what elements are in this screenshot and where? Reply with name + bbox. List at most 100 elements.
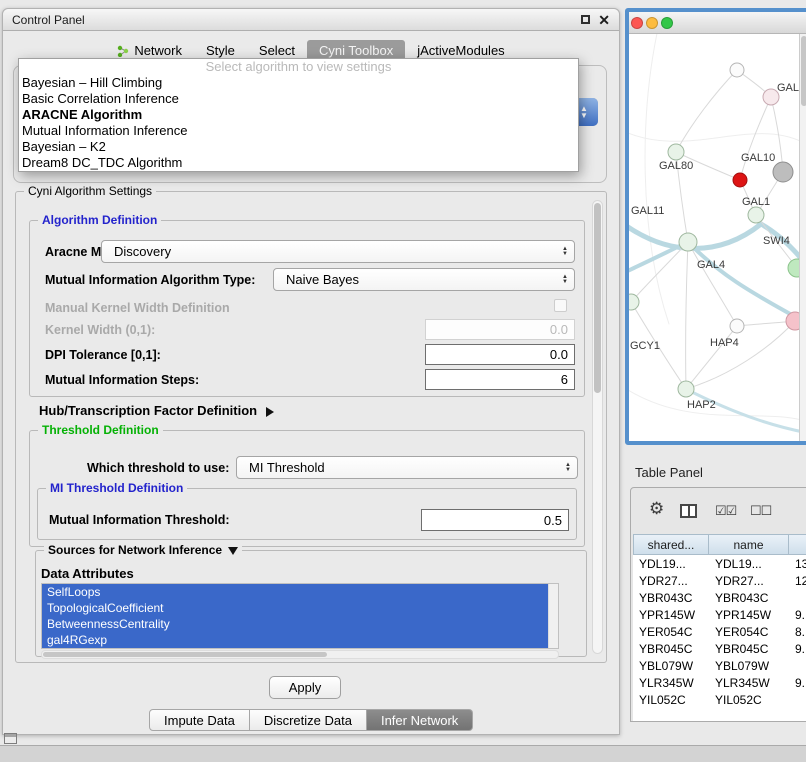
minimize-traffic-light-icon[interactable]: [646, 17, 658, 29]
network-node-label: GAL10: [741, 152, 775, 164]
attribute-item-betweennesscentrality[interactable]: BetweennessCentrality: [42, 616, 548, 632]
manual-kernel-label: Manual Kernel Width Definition: [45, 301, 230, 315]
mi-algorithm-type-combobox[interactable]: Naive Bayes ▲▼: [273, 268, 575, 291]
network-node[interactable]: [629, 294, 639, 310]
network-canvas[interactable]: GALGAL80GAL10GAL11GAL1SWI4GAL4GCY1HAP4HA…: [629, 34, 806, 441]
table-header-row: shared...name: [633, 534, 806, 555]
table-cell: YPR145W: [633, 606, 709, 623]
node-table: shared...name YDL19...YDL19...13...YDR27…: [633, 534, 806, 721]
gear-icon[interactable]: ⚙: [649, 499, 664, 519]
bottom-tab-infer-network[interactable]: Infer Network: [367, 709, 473, 731]
table-row[interactable]: YDR27...YDR27...12...: [633, 572, 806, 589]
network-node[interactable]: [668, 144, 684, 160]
zoom-traffic-light-icon[interactable]: [661, 17, 673, 29]
mi-threshold-field[interactable]: 0.5: [421, 509, 569, 531]
apply-button[interactable]: Apply: [269, 676, 341, 699]
table-cell: 13...: [789, 555, 806, 572]
network-node[interactable]: [748, 207, 764, 223]
table-cell: 8.: [789, 623, 806, 640]
manual-kernel-checkbox: [554, 299, 567, 312]
column-header-2[interactable]: [789, 534, 806, 555]
sources-title: Sources for Network Inference: [48, 543, 222, 557]
column-selector-icon[interactable]: [680, 504, 697, 518]
which-threshold-value: MI Threshold: [249, 460, 325, 475]
list-horizontal-scrollbar[interactable]: [41, 650, 559, 659]
attribute-item-selfloops[interactable]: SelfLoops: [42, 584, 548, 600]
table-row[interactable]: YBR043CYBR043C: [633, 589, 806, 606]
algorithm-option-bayesian-hill-climbing[interactable]: Bayesian – Hill Climbing: [19, 75, 578, 91]
dropdown-placeholder: Select algorithm to view settings: [19, 59, 578, 75]
network-node[interactable]: [773, 162, 793, 182]
network-svg: GALGAL80GAL10GAL11GAL1SWI4GAL4GCY1HAP4HA…: [629, 34, 806, 441]
network-window-titlebar: [629, 12, 806, 34]
dpi-tolerance-label: DPI Tolerance [0,1]:: [45, 348, 161, 362]
table-row[interactable]: YPR145WYPR145W9.: [633, 606, 806, 623]
algorithm-dropdown-popup: Select algorithm to view settings Bayesi…: [18, 58, 579, 172]
sources-toggle[interactable]: Sources for Network Inference: [44, 543, 242, 557]
close-icon[interactable]: ✕: [598, 13, 610, 27]
float-window-icon[interactable]: [581, 15, 590, 24]
network-edge: [676, 70, 737, 152]
algorithm-option-aracne-algorithm[interactable]: ARACNE Algorithm: [19, 107, 578, 123]
table-cell: YLR345W: [709, 674, 789, 691]
table-cell: YBR045C: [709, 640, 789, 657]
settings-scrollbar[interactable]: [592, 200, 603, 654]
network-scrollbar[interactable]: [799, 34, 806, 441]
aracne-mode-combobox[interactable]: Discovery ▲▼: [101, 240, 575, 263]
chevron-up-down-icon: ▲▼: [562, 269, 568, 290]
table-cell: 12...: [789, 572, 806, 589]
column-header-name[interactable]: name: [709, 534, 789, 555]
algorithm-option-bayesian-k2[interactable]: Bayesian – K2: [19, 139, 578, 155]
dpi-tolerance-field[interactable]: 0.0: [425, 344, 575, 365]
network-node[interactable]: [730, 319, 744, 333]
kernel-width-field: 0.0: [425, 319, 575, 340]
table-row[interactable]: YIL052CYIL052C: [633, 691, 806, 708]
collapsed-arrow-icon: [266, 407, 274, 417]
attribute-item-topologicalcoefficient[interactable]: TopologicalCoefficient: [42, 600, 548, 616]
table-toolbar: ⚙ ☑☑ ☐☐: [631, 488, 806, 534]
network-node[interactable]: [679, 233, 697, 251]
which-threshold-combobox[interactable]: MI Threshold ▲▼: [236, 456, 578, 479]
table-row[interactable]: YDL19...YDL19...13...: [633, 555, 806, 572]
algorithm-option-mutual-information-inference[interactable]: Mutual Information Inference: [19, 123, 578, 139]
table-row[interactable]: YER054CYER054C8.: [633, 623, 806, 640]
list-vertical-scrollbar[interactable]: [548, 584, 558, 648]
table-cell: YPR145W: [709, 606, 789, 623]
mi-steps-field[interactable]: 6: [425, 369, 575, 390]
network-edge: [629, 242, 688, 274]
close-traffic-light-icon[interactable]: [631, 17, 643, 29]
bottom-tab-impute-data[interactable]: Impute Data: [149, 709, 250, 731]
algorithm-option-basic-correlation-inference[interactable]: Basic Correlation Inference: [19, 91, 578, 107]
panel-dock-icon[interactable]: [4, 733, 17, 744]
table-panel-window: ⚙ ☑☑ ☐☐ shared...name YDL19...YDL19...13…: [630, 487, 806, 722]
table-cell: YBL079W: [709, 657, 789, 674]
hub-section-label: Hub/Transcription Factor Definition: [39, 403, 257, 418]
algorithm-option-dream8-dc-tdc-algorithm[interactable]: Dream8 DC_TDC Algorithm: [19, 155, 578, 171]
table-row[interactable]: YLR345WYLR345W9.: [633, 674, 806, 691]
window-title: Control Panel: [12, 13, 85, 27]
table-cell: YBL079W: [633, 657, 709, 674]
table-cell: YIL052C: [633, 691, 709, 708]
table-cell: YDL19...: [709, 555, 789, 572]
select-all-icon[interactable]: ☑☑: [715, 503, 736, 519]
hub-section-toggle[interactable]: Hub/Transcription Factor Definition: [39, 403, 274, 418]
table-cell: YBR043C: [709, 589, 789, 606]
column-header-shared-[interactable]: shared...: [633, 534, 709, 555]
attribute-item-gal4rgexp[interactable]: gal4RGexp: [42, 632, 548, 648]
tab-label: Style: [206, 43, 235, 58]
network-node[interactable]: [678, 381, 694, 397]
mi-steps-label: Mutual Information Steps:: [45, 373, 199, 387]
bottom-tab-discretize-data[interactable]: Discretize Data: [250, 709, 367, 731]
deselect-all-icon[interactable]: ☐☐: [750, 503, 771, 519]
network-node[interactable]: [733, 173, 747, 187]
mi-type-value: Naive Bayes: [286, 272, 359, 287]
table-row[interactable]: YBL079WYBL079W: [633, 657, 806, 674]
network-tab-icon: [117, 45, 129, 57]
table-cell: 9.: [789, 674, 806, 691]
table-cell: YER054C: [709, 623, 789, 640]
network-node[interactable]: [730, 63, 744, 77]
table-row[interactable]: YBR045CYBR045C9.: [633, 640, 806, 657]
mi-threshold-definition-title: MI Threshold Definition: [46, 481, 187, 495]
mi-threshold-label: Mutual Information Threshold:: [49, 513, 230, 527]
network-edge: [688, 242, 806, 326]
